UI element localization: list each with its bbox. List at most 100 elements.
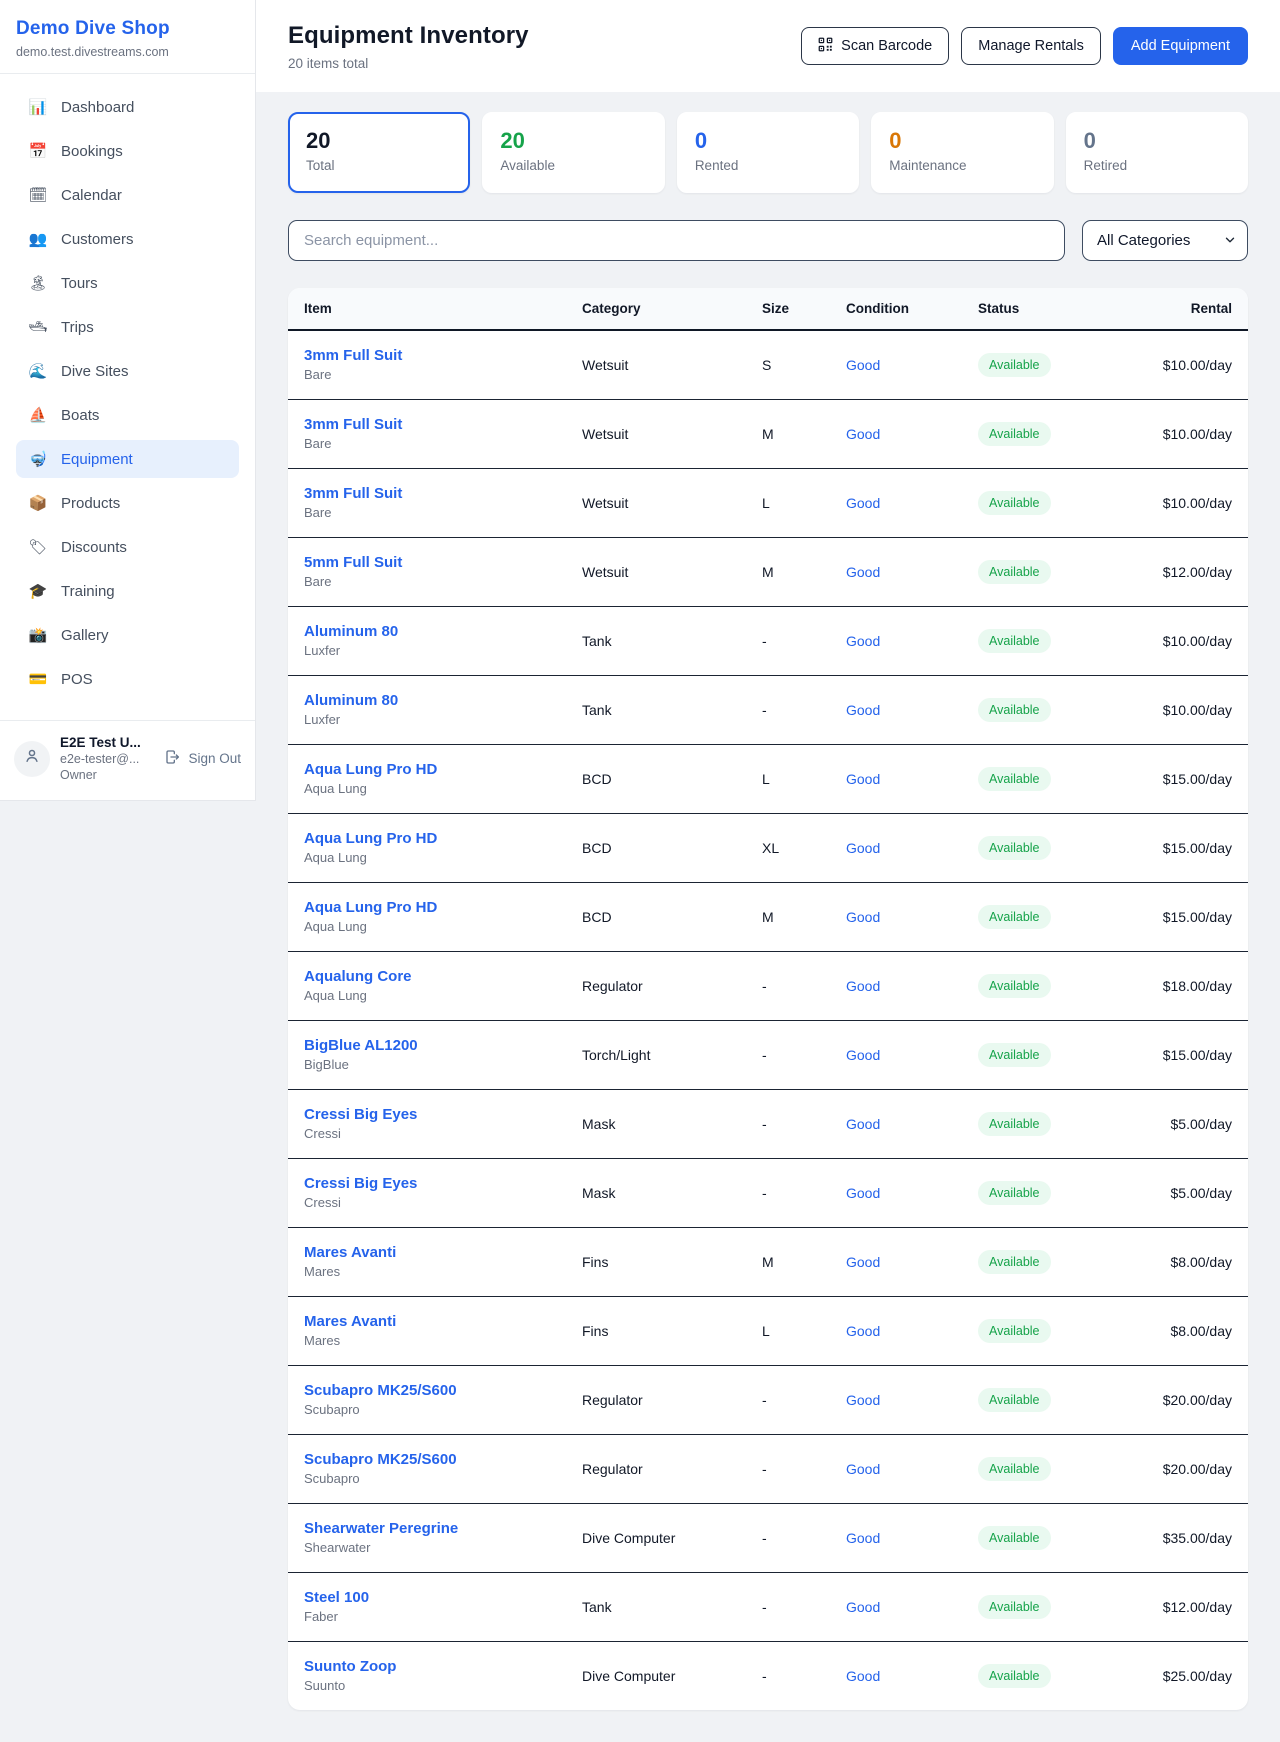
condition-link[interactable]: Good — [846, 909, 880, 925]
cell-item: Aqua Lung Pro HDAqua Lung — [288, 813, 566, 882]
cell-size: L — [746, 1296, 830, 1365]
cell-status: Available — [962, 813, 1114, 882]
credit-card-icon: 💳 — [28, 672, 48, 687]
wave-icon: 🌊 — [28, 364, 48, 379]
sidebar-item-dashboard[interactable]: 📊Dashboard — [16, 88, 239, 126]
scan-barcode-button[interactable]: Scan Barcode — [801, 27, 949, 65]
sidebar-item-dive-sites[interactable]: 🌊Dive Sites — [16, 352, 239, 390]
item-name-link[interactable]: Aqua Lung Pro HD — [304, 899, 550, 916]
condition-link[interactable]: Good — [846, 633, 880, 649]
stat-value: 20 — [306, 128, 452, 154]
item-name-link[interactable]: 3mm Full Suit — [304, 347, 550, 364]
sidebar-item-label: Bookings — [61, 143, 123, 160]
item-brand: Scubapro — [304, 1471, 550, 1486]
dive-mask-icon: 🤿 — [28, 452, 48, 467]
item-name-link[interactable]: Aqua Lung Pro HD — [304, 761, 550, 778]
cell-condition: Good — [830, 1158, 962, 1227]
item-name-link[interactable]: Mares Avanti — [304, 1313, 550, 1330]
condition-link[interactable]: Good — [846, 978, 880, 994]
condition-link[interactable]: Good — [846, 357, 880, 373]
cell-condition: Good — [830, 813, 962, 882]
item-name-link[interactable]: Cressi Big Eyes — [304, 1175, 550, 1192]
sidebar-item-tours[interactable]: 🏝Tours — [16, 264, 239, 302]
item-name-link[interactable]: 3mm Full Suit — [304, 485, 550, 502]
cell-condition: Good — [830, 1089, 962, 1158]
brand-name[interactable]: Demo Dive Shop — [16, 18, 239, 40]
condition-link[interactable]: Good — [846, 1047, 880, 1063]
item-name-link[interactable]: Aluminum 80 — [304, 692, 550, 709]
condition-link[interactable]: Good — [846, 495, 880, 511]
item-name-link[interactable]: BigBlue AL1200 — [304, 1037, 550, 1054]
condition-link[interactable]: Good — [846, 702, 880, 718]
column-header-size: Size — [746, 288, 830, 330]
stat-card-rented[interactable]: 0Rented — [677, 112, 859, 193]
item-name-link[interactable]: Aqualung Core — [304, 968, 550, 985]
condition-link[interactable]: Good — [846, 1530, 880, 1546]
item-name-link[interactable]: Aqua Lung Pro HD — [304, 830, 550, 847]
condition-link[interactable]: Good — [846, 564, 880, 580]
sidebar-item-trips[interactable]: 🛥Trips — [16, 308, 239, 346]
item-name-link[interactable]: Scubapro MK25/S600 — [304, 1451, 550, 1468]
sidebar-item-label: Products — [61, 495, 120, 512]
condition-link[interactable]: Good — [846, 426, 880, 442]
cell-status: Available — [962, 1158, 1114, 1227]
add-equipment-button[interactable]: Add Equipment — [1113, 27, 1248, 65]
category-select[interactable]: All Categories — [1082, 220, 1248, 261]
item-name-link[interactable]: Scubapro MK25/S600 — [304, 1382, 550, 1399]
condition-link[interactable]: Good — [846, 1323, 880, 1339]
cell-rental: $20.00/day — [1114, 1434, 1248, 1503]
item-name-link[interactable]: Cressi Big Eyes — [304, 1106, 550, 1123]
sign-out-label[interactable]: Sign Out — [188, 751, 241, 766]
condition-link[interactable]: Good — [846, 1668, 880, 1684]
cell-rental: $10.00/day — [1114, 399, 1248, 468]
stat-card-retired[interactable]: 0Retired — [1066, 112, 1248, 193]
brand[interactable]: Demo Dive Shop demo.test.divestreams.com — [0, 0, 255, 74]
manage-rentals-button[interactable]: Manage Rentals — [961, 27, 1101, 65]
condition-link[interactable]: Good — [846, 771, 880, 787]
sidebar-item-customers[interactable]: 👥Customers — [16, 220, 239, 258]
sign-out-button[interactable]: Sign Out — [165, 749, 241, 768]
condition-link[interactable]: Good — [846, 840, 880, 856]
sidebar-item-equipment[interactable]: 🤿Equipment — [16, 440, 239, 478]
item-name-link[interactable]: Steel 100 — [304, 1589, 550, 1606]
sidebar-item-boats[interactable]: ⛵Boats — [16, 396, 239, 434]
cell-category: Wetsuit — [566, 537, 746, 606]
sidebar-item-pos[interactable]: 💳POS — [16, 660, 239, 698]
stat-card-total[interactable]: 20Total — [288, 112, 470, 193]
condition-link[interactable]: Good — [846, 1599, 880, 1615]
status-badge: Available — [978, 1595, 1051, 1619]
item-name-link[interactable]: 3mm Full Suit — [304, 416, 550, 433]
cell-status: Available — [962, 1434, 1114, 1503]
condition-link[interactable]: Good — [846, 1185, 880, 1201]
search-input[interactable] — [288, 220, 1065, 261]
condition-link[interactable]: Good — [846, 1254, 880, 1270]
sidebar-item-training[interactable]: 🎓Training — [16, 572, 239, 610]
condition-link[interactable]: Good — [846, 1116, 880, 1132]
table-row: Mares AvantiMaresFinsMGoodAvailable$8.00… — [288, 1227, 1248, 1296]
item-name-link[interactable]: Shearwater Peregrine — [304, 1520, 550, 1537]
stat-card-maintenance[interactable]: 0Maintenance — [871, 112, 1053, 193]
sidebar-item-products[interactable]: 📦Products — [16, 484, 239, 522]
stat-value: 0 — [889, 128, 1035, 154]
sidebar-item-gallery[interactable]: 📸Gallery — [16, 616, 239, 654]
table-row: Suunto ZoopSuuntoDive Computer-GoodAvail… — [288, 1641, 1248, 1710]
stat-card-available[interactable]: 20Available — [482, 112, 664, 193]
column-header-condition: Condition — [830, 288, 962, 330]
item-name-link[interactable]: Aluminum 80 — [304, 623, 550, 640]
item-name-link[interactable]: Mares Avanti — [304, 1244, 550, 1261]
condition-link[interactable]: Good — [846, 1461, 880, 1477]
sidebar-item-bookings[interactable]: 📅Bookings — [16, 132, 239, 170]
item-name-link[interactable]: Suunto Zoop — [304, 1658, 550, 1675]
stat-cards: 20Total20Available0Rented0Maintenance0Re… — [288, 112, 1248, 193]
cell-status: Available — [962, 537, 1114, 606]
status-badge: Available — [978, 1181, 1051, 1205]
cell-category: BCD — [566, 813, 746, 882]
condition-link[interactable]: Good — [846, 1392, 880, 1408]
cell-condition: Good — [830, 606, 962, 675]
cell-rental: $15.00/day — [1114, 882, 1248, 951]
item-name-link[interactable]: 5mm Full Suit — [304, 554, 550, 571]
sidebar-item-calendar[interactable]: 🗓Calendar — [16, 176, 239, 214]
main-area: Equipment Inventory 20 items total — [256, 0, 1280, 1710]
cell-rental: $12.00/day — [1114, 1572, 1248, 1641]
sidebar-item-discounts[interactable]: 🏷Discounts — [16, 528, 239, 566]
